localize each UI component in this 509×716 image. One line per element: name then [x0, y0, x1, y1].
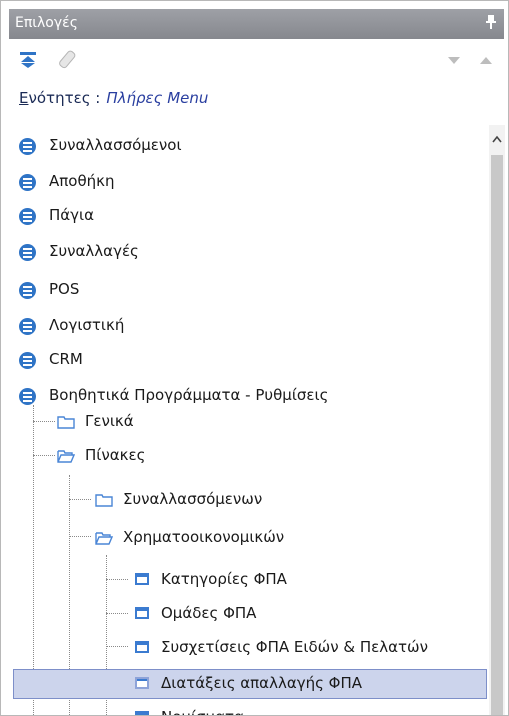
- scrollbar-thumb[interactable]: [491, 155, 503, 715]
- tree-item-vat-groups[interactable]: Ομάδες ΦΠΑ: [9, 599, 487, 629]
- tree-item-vat-mappings[interactable]: Συσχετίσεις ΦΠΑ Ειδών & Πελατών: [9, 633, 487, 663]
- menu-tree: Συναλλασσόμενοι Αποθήκη Πάγια Συναλλαγές…: [9, 125, 487, 715]
- sections-value[interactable]: Πλήρες Menu: [106, 89, 208, 107]
- menu-module-icon: [19, 208, 36, 225]
- form-icon: [135, 711, 149, 715]
- pin-icon[interactable]: [486, 15, 496, 33]
- tree-item-vat-exemptions-selected[interactable]: Διατάξεις απαλλαγής ΦΠΑ: [13, 669, 487, 699]
- folder-icon: [57, 414, 75, 429]
- scroll-up-icon[interactable]: [489, 133, 505, 149]
- tree-item-accounting[interactable]: Λογιστική: [9, 311, 487, 341]
- folder-open-icon: [57, 448, 76, 463]
- tree-item-warehouse[interactable]: Αποθήκη: [9, 167, 487, 197]
- tree-item-transactions[interactable]: Συναλλαγές: [9, 237, 487, 267]
- tree-item-tables[interactable]: Πίνακες: [9, 441, 487, 471]
- tree-scrollbar[interactable]: [489, 125, 505, 715]
- arrow-up-icon[interactable]: [475, 49, 497, 71]
- sections-selector[interactable]: Ενότητες : Πλήρες Menu: [19, 89, 208, 107]
- tree-item-participants[interactable]: Συναλλασσόμενοι: [9, 131, 487, 161]
- tree-item-vat-categories[interactable]: Κατηγορίες ΦΠΑ: [9, 565, 487, 595]
- collapse-all-icon[interactable]: [17, 49, 39, 71]
- tree-item-participants-tables[interactable]: Συναλλασσόμενων: [9, 485, 487, 515]
- tree-item-fixed-assets[interactable]: Πάγια: [9, 201, 487, 231]
- form-icon: [135, 573, 149, 585]
- menu-module-icon: [19, 244, 36, 261]
- form-icon: [135, 677, 149, 689]
- menu-module-icon: [19, 318, 36, 335]
- form-icon: [135, 641, 149, 653]
- tree-item-currencies-partial[interactable]: Νομίσματα: [9, 703, 487, 715]
- menu-module-icon: [19, 174, 36, 191]
- panel-toolbar: [9, 45, 504, 75]
- tree-item-crm[interactable]: CRM: [9, 345, 487, 375]
- sections-label: νότητες :: [28, 89, 101, 107]
- folder-icon: [95, 492, 113, 507]
- menu-module-icon: [19, 138, 36, 155]
- tree-item-pos[interactable]: POS: [9, 275, 487, 305]
- panel-title: Επιλογές: [15, 15, 78, 31]
- form-icon: [135, 607, 149, 619]
- menu-module-icon: [19, 388, 36, 405]
- options-panel: Επιλογές Ενότητες : Πλήρες Menu Συναλλασ…: [0, 0, 509, 716]
- arrow-down-icon[interactable]: [443, 49, 465, 71]
- panel-titlebar: Επιλογές: [9, 9, 504, 39]
- folder-open-icon: [95, 530, 114, 545]
- tree-item-financial[interactable]: Χρηματοοικονομικών: [9, 523, 487, 553]
- menu-module-icon: [19, 352, 36, 369]
- menu-module-icon: [19, 282, 36, 299]
- eraser-icon[interactable]: [57, 49, 79, 71]
- tree-item-general[interactable]: Γενικά: [9, 407, 487, 437]
